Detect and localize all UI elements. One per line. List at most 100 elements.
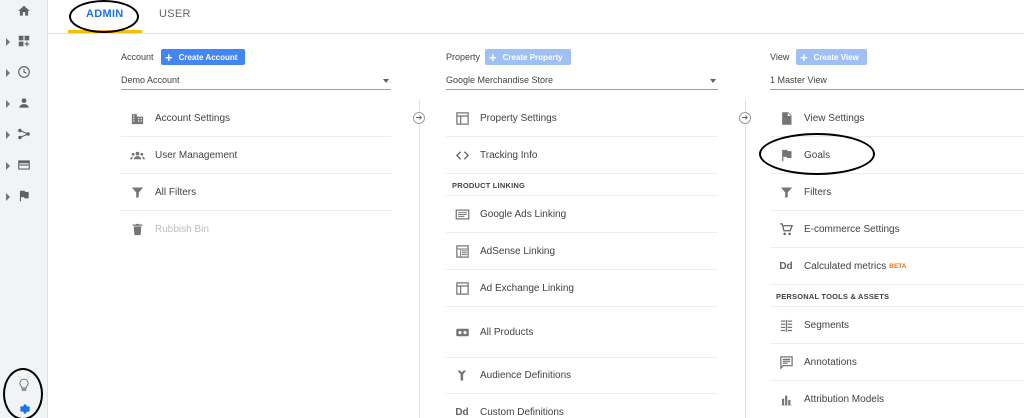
beta-badge: BETA <box>889 262 907 270</box>
nav-customization[interactable] <box>0 30 48 54</box>
plus-icon: + <box>165 49 173 65</box>
nav-acquisition[interactable] <box>0 123 48 147</box>
account-column: Account + Create Account Demo Account Ac… <box>121 34 391 418</box>
menu-property-settings[interactable]: Property Settings <box>446 100 718 137</box>
expand-caret-icon <box>6 100 10 108</box>
menu-calculated-metrics[interactable]: Dd Calculated metrics BETA <box>770 248 1024 285</box>
menu-label: Annotations <box>804 356 857 368</box>
menu-label: Account Settings <box>155 112 231 124</box>
account-label: Account <box>121 52 154 62</box>
nav-discover[interactable] <box>0 374 48 398</box>
menu-user-management[interactable]: User Management <box>121 137 391 174</box>
plus-icon: + <box>800 49 808 65</box>
menu-label: Property Settings <box>480 112 557 124</box>
create-view-label: Create View <box>813 52 859 62</box>
fork-icon <box>454 368 470 384</box>
menu-label: Audience Definitions <box>480 370 572 381</box>
arrow-right-icon: ➔ <box>413 112 425 124</box>
segments-icon <box>778 317 794 333</box>
building-icon <box>129 110 145 126</box>
window-icon <box>454 110 470 126</box>
trash-icon <box>129 222 145 238</box>
create-property-label: Create Property <box>502 52 563 62</box>
expand-caret-icon <box>6 131 10 139</box>
people-icon <box>129 147 145 163</box>
menu-all-filters[interactable]: All Filters <box>121 174 391 211</box>
menu-custom-definitions[interactable]: Dd Custom Definitions <box>446 394 718 418</box>
plus-icon: + <box>489 49 497 65</box>
create-account-label: Create Account <box>178 52 238 62</box>
menu-google-ads-linking[interactable]: Google Ads Linking <box>446 196 718 233</box>
expand-caret-icon <box>6 69 10 77</box>
menu-tracking-info[interactable]: Tracking Info <box>446 137 718 174</box>
menu-annotations[interactable]: Annotations <box>770 344 1024 381</box>
menu-label: Attribution Models <box>804 394 885 405</box>
window-icon <box>454 280 470 296</box>
tab-user[interactable]: USER <box>159 8 191 20</box>
menu-rubbish-bin[interactable]: Rubbish Bin <box>121 211 391 248</box>
dropdown-arrow-icon <box>383 79 389 83</box>
active-tab-indicator <box>68 30 142 33</box>
nav-conversions[interactable] <box>0 185 48 209</box>
nav-behaviour[interactable] <box>0 154 48 178</box>
expand-caret-icon <box>6 38 10 46</box>
expand-caret-icon <box>6 193 10 201</box>
menu-all-products[interactable]: All Products <box>446 307 718 357</box>
browser-window-icon <box>18 160 30 170</box>
nav-admin[interactable] <box>0 398 48 418</box>
menu-label: All Products <box>480 326 534 338</box>
menu-label: View Settings <box>804 112 865 124</box>
menu-label: Rubbish Bin <box>155 224 209 235</box>
clock-icon <box>18 66 30 78</box>
dd-icon: Dd <box>455 407 469 418</box>
nav-audience[interactable] <box>0 92 48 116</box>
view-selector[interactable]: 1 Master View <box>770 72 1024 90</box>
ads-icon <box>454 206 470 222</box>
menu-label: AdSense Linking <box>480 245 556 257</box>
menu-label: E-commerce Settings <box>804 223 900 235</box>
expand-caret-icon <box>6 162 10 170</box>
dd-icon: Dd <box>779 260 793 272</box>
menu-ad-exchange-linking[interactable]: Ad Exchange Linking <box>446 270 718 307</box>
adsense-icon <box>454 243 470 259</box>
menu-label: User Management <box>155 149 238 161</box>
nav-realtime[interactable] <box>0 61 48 85</box>
view-menu: View Settings Goals Filters E-commerce S… <box>770 100 1024 418</box>
filter-icon <box>778 184 794 200</box>
link-icon <box>454 324 470 340</box>
account-menu: Account Settings User Management All Fil… <box>121 100 391 248</box>
dropdown-arrow-icon <box>710 79 716 83</box>
property-selected-value: Google Merchandise Store <box>446 75 554 85</box>
flag-icon <box>19 190 29 202</box>
left-nav-rail <box>0 0 48 418</box>
create-property-button[interactable]: + Create Property <box>485 49 571 65</box>
gear-icon <box>19 404 31 414</box>
menu-audience-definitions[interactable]: Audience Definitions <box>446 357 718 394</box>
property-selector[interactable]: Google Merchandise Store <box>446 72 718 90</box>
menu-segments[interactable]: Segments <box>770 307 1024 344</box>
cart-icon <box>778 221 794 237</box>
create-view-button[interactable]: + Create View <box>796 49 867 65</box>
tab-admin[interactable]: ADMIN <box>86 8 124 20</box>
flag-icon <box>778 147 794 163</box>
menu-ecommerce-settings[interactable]: E-commerce Settings <box>770 211 1024 248</box>
account-selector[interactable]: Demo Account <box>121 72 391 90</box>
home-icon <box>18 5 30 16</box>
menu-label: Filters <box>804 186 832 198</box>
menu-adsense-linking[interactable]: AdSense Linking <box>446 233 718 270</box>
menu-label: Segments <box>804 319 850 331</box>
document-icon <box>778 110 794 126</box>
acquisition-icon <box>18 128 30 140</box>
menu-attribution-models[interactable]: Attribution Models <box>770 381 1024 418</box>
property-label: Property <box>446 52 481 62</box>
menu-goals[interactable]: Goals <box>770 137 1024 174</box>
menu-view-settings[interactable]: View Settings <box>770 100 1024 137</box>
menu-account-settings[interactable]: Account Settings <box>121 100 391 137</box>
nav-home[interactable] <box>0 0 48 24</box>
create-account-button[interactable]: + Create Account <box>161 49 246 65</box>
view-selected-value: 1 Master View <box>770 75 827 85</box>
view-label: View <box>770 52 790 62</box>
menu-filters[interactable]: Filters <box>770 174 1024 211</box>
property-column: Property + Create Property Google Mercha… <box>446 34 718 418</box>
product-linking-header: PRODUCT LINKING <box>446 174 718 196</box>
